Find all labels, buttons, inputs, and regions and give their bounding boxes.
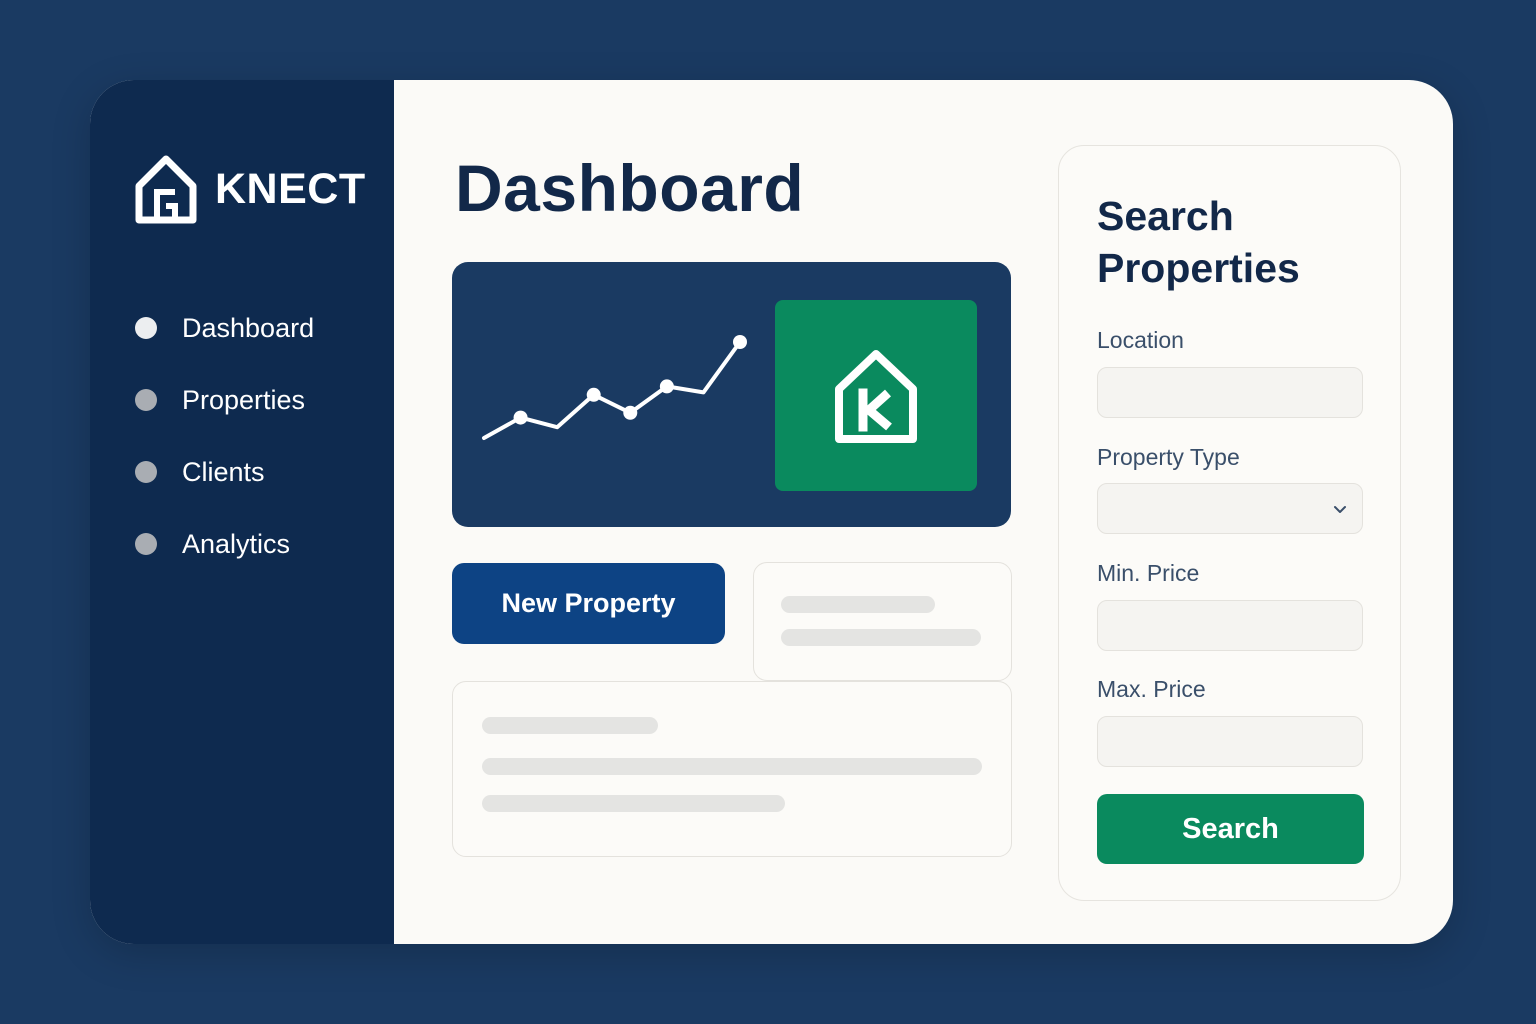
new-property-button[interactable]: New Property bbox=[452, 563, 725, 644]
search-button[interactable]: Search bbox=[1097, 794, 1364, 864]
sidebar-item-analytics[interactable]: Analytics bbox=[135, 522, 314, 566]
max-price-input[interactable] bbox=[1097, 716, 1363, 767]
min-price-input[interactable] bbox=[1097, 600, 1363, 651]
trend-point bbox=[733, 335, 747, 349]
trend-point bbox=[513, 410, 528, 425]
min-price-label: Min. Price bbox=[1097, 560, 1200, 586]
location-input[interactable] bbox=[1097, 367, 1363, 418]
sidebar-nav: Dashboard Properties Clients Analytics bbox=[135, 306, 314, 594]
placeholder-card bbox=[753, 562, 1012, 681]
sidebar-item-dashboard[interactable]: Dashboard bbox=[135, 306, 314, 350]
panel-title: Search Properties bbox=[1097, 193, 1300, 291]
location-label: Location bbox=[1097, 327, 1184, 353]
skeleton-line bbox=[482, 717, 658, 734]
page-title: Dashboard bbox=[455, 151, 805, 225]
skeleton-line bbox=[781, 629, 981, 646]
sidebar-item-properties[interactable]: Properties bbox=[135, 378, 314, 422]
chevron-down-icon bbox=[1334, 506, 1346, 513]
property-type-select[interactable] bbox=[1097, 483, 1363, 534]
bullet-icon bbox=[135, 317, 157, 339]
app-window: KNECT Dashboard Properties Clients Analy… bbox=[90, 80, 1453, 944]
skeleton-line bbox=[482, 758, 982, 775]
overview-card bbox=[452, 262, 1011, 527]
sidebar-item-label: Properties bbox=[182, 384, 306, 415]
placeholder-card bbox=[452, 681, 1012, 857]
brand-tile bbox=[775, 300, 977, 491]
sidebar-item-clients[interactable]: Clients bbox=[135, 450, 314, 494]
property-type-label: Property Type bbox=[1097, 444, 1240, 470]
brand-name: KNECT bbox=[215, 164, 366, 213]
bullet-icon bbox=[135, 533, 157, 555]
trend-point bbox=[623, 405, 638, 420]
brand: KNECT bbox=[135, 154, 366, 224]
skeleton-line bbox=[482, 795, 785, 812]
trend-point bbox=[586, 387, 601, 402]
main-content: Dashboard New Property Search Properties… bbox=[394, 80, 1453, 944]
max-price-label: Max. Price bbox=[1097, 676, 1206, 702]
sidebar-item-label: Dashboard bbox=[182, 312, 315, 343]
house-k-icon bbox=[835, 349, 917, 443]
bullet-icon bbox=[135, 461, 157, 483]
sidebar: KNECT Dashboard Properties Clients Analy… bbox=[90, 80, 394, 944]
sidebar-item-label: Analytics bbox=[182, 528, 291, 559]
house-logo-icon bbox=[135, 155, 197, 224]
skeleton-line bbox=[781, 596, 935, 613]
sidebar-item-label: Clients bbox=[182, 456, 265, 487]
trend-point bbox=[659, 379, 674, 394]
bullet-icon bbox=[135, 389, 157, 411]
search-panel: Search Properties Location Property Type… bbox=[1058, 145, 1401, 901]
